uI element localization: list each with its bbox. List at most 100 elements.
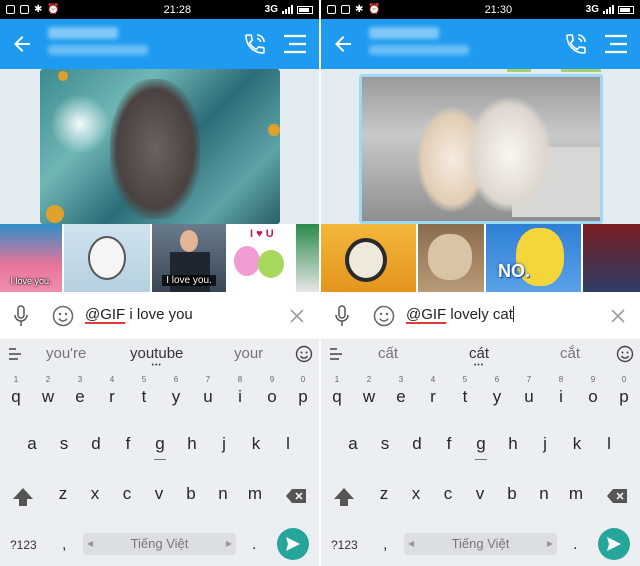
- back-arrow-icon[interactable]: [331, 32, 355, 56]
- keyboard-menu-icon[interactable]: [329, 348, 343, 360]
- key-x[interactable]: x: [80, 474, 110, 514]
- emoji-keyboard-icon[interactable]: [295, 345, 313, 363]
- gif-thumb-cartoon-dog[interactable]: [64, 224, 150, 292]
- symbols-key[interactable]: ?123: [331, 538, 358, 552]
- key-a[interactable]: a: [338, 424, 368, 464]
- keyboard-menu-icon[interactable]: [8, 348, 22, 360]
- call-icon[interactable]: [564, 32, 588, 56]
- message-input[interactable]: @GIF i love you: [85, 306, 193, 323]
- key-e[interactable]: 3e: [65, 375, 95, 417]
- message-input[interactable]: @GIF lovely cat: [406, 306, 514, 323]
- comma-key[interactable]: ,: [383, 536, 387, 554]
- key-o[interactable]: 9o: [578, 375, 608, 417]
- emoji-icon[interactable]: [373, 305, 395, 327]
- key-k[interactable]: k: [562, 424, 592, 464]
- suggestion-left[interactable]: cất: [378, 345, 398, 362]
- microphone-icon[interactable]: [12, 305, 30, 327]
- microphone-icon[interactable]: [333, 305, 351, 327]
- menu-icon[interactable]: [283, 33, 307, 55]
- gif-thumb-panda[interactable]: [321, 224, 416, 292]
- clear-icon[interactable]: [289, 308, 305, 324]
- key-c[interactable]: c: [112, 474, 142, 514]
- space-key[interactable]: ◀ Tiếng Việt ▶: [83, 533, 236, 555]
- key-w[interactable]: 2w: [33, 375, 63, 417]
- gif-thumb-angry-birds[interactable]: I ♥ U: [228, 224, 294, 292]
- key-s[interactable]: s: [49, 424, 79, 464]
- key-j[interactable]: j: [530, 424, 560, 464]
- key-i[interactable]: 8i: [546, 375, 576, 417]
- key-c[interactable]: c: [433, 474, 463, 514]
- suggestion-center[interactable]: cát: [469, 345, 489, 362]
- key-f[interactable]: f: [434, 424, 464, 464]
- key-o[interactable]: 9o: [257, 375, 287, 417]
- suggestion-right[interactable]: your: [234, 345, 263, 362]
- key-h[interactable]: h: [177, 424, 207, 464]
- key-w[interactable]: 2w: [354, 375, 384, 417]
- backspace-icon[interactable]: [606, 488, 628, 504]
- call-icon[interactable]: [243, 32, 267, 56]
- key-n[interactable]: n: [529, 474, 559, 514]
- key-a[interactable]: a: [17, 424, 47, 464]
- gif-thumb-man-suit[interactable]: I love you.: [152, 224, 226, 292]
- key-m[interactable]: m: [561, 474, 591, 514]
- clear-icon[interactable]: [610, 308, 626, 324]
- key-b[interactable]: b: [497, 474, 527, 514]
- key-e[interactable]: 3e: [386, 375, 416, 417]
- key-m[interactable]: m: [240, 474, 270, 514]
- gif-thumb-cat[interactable]: [418, 224, 484, 292]
- key-l[interactable]: l: [273, 424, 303, 464]
- key-k[interactable]: k: [241, 424, 271, 464]
- key-b[interactable]: b: [176, 474, 206, 514]
- key-f[interactable]: f: [113, 424, 143, 464]
- key-q[interactable]: 1q: [1, 375, 31, 417]
- key-r[interactable]: 4r: [418, 375, 448, 417]
- key-i[interactable]: 8i: [225, 375, 255, 417]
- suggestion-left[interactable]: you're: [46, 345, 86, 362]
- key-u[interactable]: 7u: [514, 375, 544, 417]
- key-x[interactable]: x: [401, 474, 431, 514]
- backspace-icon[interactable]: [285, 488, 307, 504]
- period-key[interactable]: .: [252, 536, 256, 554]
- suggestion-center[interactable]: youtube: [130, 345, 183, 362]
- key-d[interactable]: d: [402, 424, 432, 464]
- key-v[interactable]: v: [465, 474, 495, 514]
- menu-icon[interactable]: [604, 33, 628, 55]
- suggestion-right[interactable]: cắt: [560, 345, 580, 362]
- key-y[interactable]: 6y: [482, 375, 512, 417]
- comma-key[interactable]: ,: [62, 536, 66, 554]
- key-t[interactable]: 5t: [129, 375, 159, 417]
- key-u[interactable]: 7u: [193, 375, 223, 417]
- key-p[interactable]: 0p: [288, 375, 318, 417]
- send-button[interactable]: [598, 528, 630, 560]
- back-arrow-icon[interactable]: [10, 32, 34, 56]
- key-h[interactable]: h: [498, 424, 528, 464]
- key-j[interactable]: j: [209, 424, 239, 464]
- key-p[interactable]: 0p: [609, 375, 639, 417]
- key-t[interactable]: 5t: [450, 375, 480, 417]
- key-g[interactable]: g: [466, 424, 496, 464]
- key-n[interactable]: n: [208, 474, 238, 514]
- space-key[interactable]: ◀ Tiếng Việt ▶: [404, 533, 557, 555]
- key-r[interactable]: 4r: [97, 375, 127, 417]
- symbols-key[interactable]: ?123: [10, 538, 37, 552]
- gif-thumb-pikachu[interactable]: NO.: [486, 224, 581, 292]
- key-g[interactable]: g: [145, 424, 175, 464]
- gif-thumb-partial[interactable]: [296, 224, 319, 292]
- chat-gif-rat-swimming[interactable]: [40, 69, 280, 224]
- period-key[interactable]: .: [573, 536, 577, 554]
- key-d[interactable]: d: [81, 424, 111, 464]
- key-s[interactable]: s: [370, 424, 400, 464]
- key-q[interactable]: 1q: [322, 375, 352, 417]
- key-y[interactable]: 6y: [161, 375, 191, 417]
- chat-gif-kittens[interactable]: [359, 74, 603, 224]
- key-z[interactable]: z: [48, 474, 78, 514]
- emoji-keyboard-icon[interactable]: [616, 345, 634, 363]
- emoji-icon[interactable]: [52, 305, 74, 327]
- key-z[interactable]: z: [369, 474, 399, 514]
- key-l[interactable]: l: [594, 424, 624, 464]
- network-type: 3G: [585, 4, 599, 15]
- gif-thumb-partial[interactable]: [583, 224, 640, 292]
- key-v[interactable]: v: [144, 474, 174, 514]
- send-button[interactable]: [277, 528, 309, 560]
- gif-thumb-patrick[interactable]: I love you.: [0, 224, 62, 292]
